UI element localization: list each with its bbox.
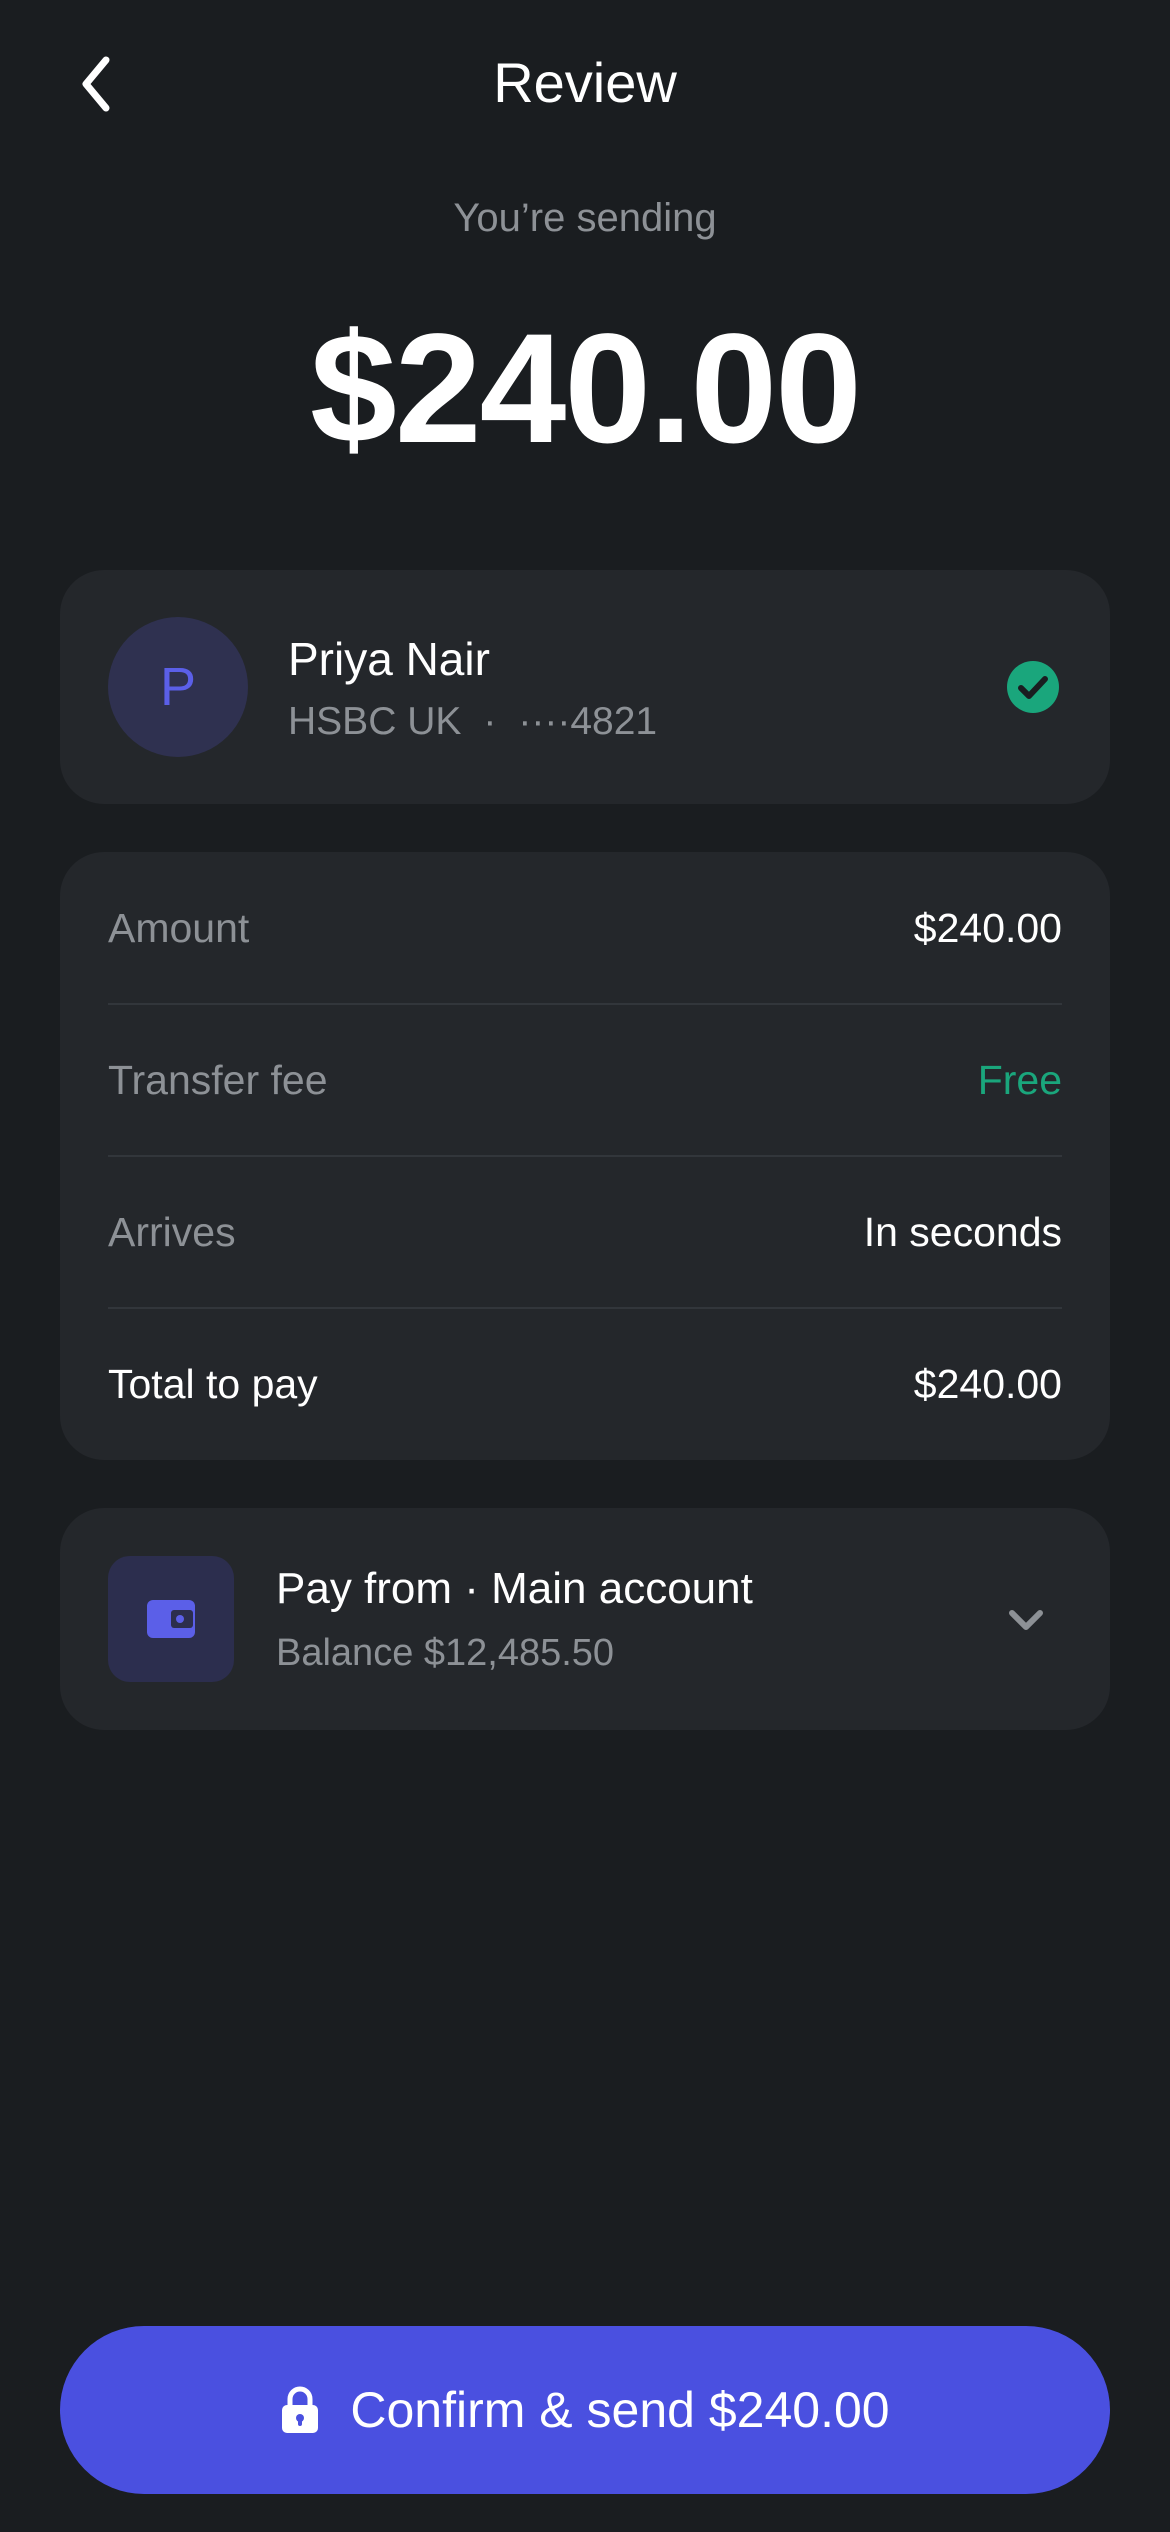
row-label: Transfer fee	[108, 1056, 328, 1103]
row-value: Free	[977, 1056, 1062, 1103]
chevron-down-icon[interactable]	[998, 1592, 1054, 1648]
row-label: Amount	[108, 904, 250, 951]
avatar-initial: P	[159, 657, 197, 717]
row-value: In seconds	[863, 1208, 1062, 1255]
recipient-details: HSBC UK · ····4821	[288, 700, 657, 744]
transfer-amount: $240.00	[310, 302, 862, 476]
summary-row-arrives: Arrives In seconds	[108, 1156, 1062, 1308]
recipient-bank: HSBC UK	[288, 700, 462, 743]
check-circle-icon	[1007, 661, 1059, 713]
confirm-label: Confirm & send $240.00	[350, 2382, 890, 2438]
page-title: Review	[493, 51, 677, 114]
recipient-card: P Priya Nair HSBC UK · ····4821	[60, 570, 1110, 804]
pay-from-title: Pay from · Main account	[276, 1564, 753, 1613]
row-label: Arrives	[108, 1208, 236, 1255]
review-screen: Review You’re sending $240.00 P Priya Na…	[0, 0, 1170, 2532]
header: Review	[0, 0, 1170, 170]
summary-row-amount: Amount $240.00	[108, 852, 1062, 1004]
sending-label: You’re sending	[453, 196, 717, 240]
confirm-send-button[interactable]: Confirm & send $240.00	[60, 2326, 1110, 2494]
row-value: $240.00	[913, 904, 1062, 951]
wallet-icon	[147, 1600, 195, 1638]
summary-row-total: Total to pay $240.00	[108, 1308, 1062, 1460]
account-balance: Balance $12,485.50	[276, 1632, 615, 1674]
wallet-icon-box	[108, 1556, 234, 1682]
pay-from-selector[interactable]: Pay from · Main account Balance $12,485.…	[60, 1508, 1110, 1730]
recipient-name: Priya Nair	[288, 633, 490, 685]
recipient-account: ····4821	[518, 700, 658, 743]
row-value: $240.00	[913, 1360, 1062, 1407]
row-label: Total to pay	[108, 1360, 318, 1407]
summary-row-fee: Transfer fee Free	[108, 1004, 1062, 1156]
separator: ·	[483, 700, 497, 743]
avatar: P	[108, 617, 248, 757]
lock-icon	[282, 2386, 319, 2433]
summary-card: Amount $240.00 Transfer fee Free Arrives…	[60, 852, 1110, 1460]
